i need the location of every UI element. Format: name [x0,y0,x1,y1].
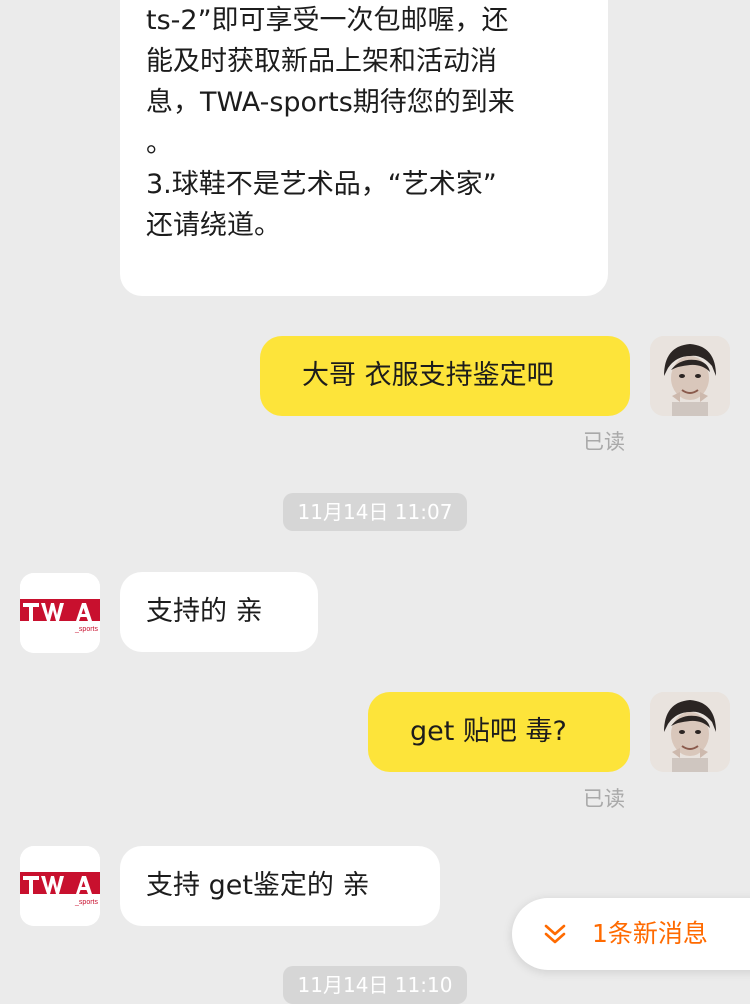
shop-avatar[interactable]: _sports [20,846,100,926]
incoming-message-bubble[interactable]: 支持的 亲 [120,572,318,652]
new-message-toast[interactable]: 1条新消息 [512,898,750,970]
read-receipt: 已读 [583,787,625,811]
twa-sports-logo-icon: _sports [20,573,100,653]
twa-sports-logo-icon: _sports [20,846,100,926]
svg-text:_sports: _sports [74,626,98,633]
user-avatar[interactable] [650,692,730,772]
user-photo-icon [650,692,730,772]
outgoing-message-bubble[interactable]: 大哥 衣服支持鉴定吧 [260,336,630,416]
read-receipt: 已读 [583,430,625,454]
timestamp: 11月14日 11:10 [283,966,467,1004]
user-photo-icon [650,336,730,416]
svg-text:_sports: _sports [74,899,98,906]
user-avatar[interactable] [650,336,730,416]
new-message-count-label[interactable]: 1条新消息 [592,898,708,970]
double-chevron-down-icon [544,924,566,944]
timestamp: 11月14日 11:07 [283,493,467,531]
outgoing-message-bubble[interactable]: get 贴吧 毒? [368,692,630,772]
incoming-message-bubble[interactable]: 支持 get鉴定的 亲 [120,846,440,926]
shop-avatar[interactable]: _sports [20,573,100,653]
incoming-message-bubble[interactable]: ts-2”即可享受一次包邮喔，还 能及时获取新品上架和活动消 息，TWA-spo… [120,0,608,296]
